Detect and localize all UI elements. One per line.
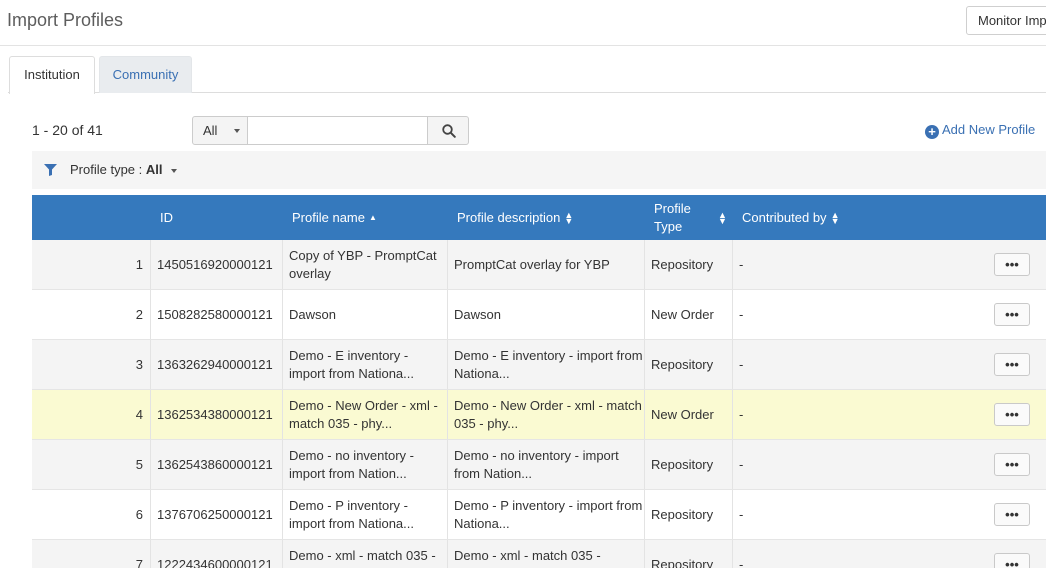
column-header-profile-name[interactable]: Profile name ▲ bbox=[292, 195, 377, 240]
profile-id: 1362543860000121 bbox=[150, 440, 273, 489]
row-actions-button[interactable]: ••• bbox=[994, 453, 1030, 476]
search-icon bbox=[442, 124, 456, 138]
profile-type: Repository bbox=[644, 240, 732, 289]
contributed-by: - bbox=[732, 240, 932, 289]
monitor-imports-button[interactable]: Monitor Imp bbox=[966, 6, 1046, 35]
row-actions-button[interactable]: ••• bbox=[994, 253, 1030, 276]
row-actions-button[interactable]: ••• bbox=[994, 503, 1030, 526]
results-count: 1 - 20 of 41 bbox=[32, 122, 103, 138]
profile-name[interactable]: Dawson bbox=[282, 290, 447, 339]
profile-type-filter-value: All bbox=[145, 162, 163, 177]
table-row[interactable]: 4 1362534380000121 Demo - New Order - xm… bbox=[32, 390, 1046, 440]
profile-name[interactable]: Demo - E inventory - import from Nationa… bbox=[282, 340, 447, 389]
row-actions-button[interactable]: ••• bbox=[994, 553, 1030, 568]
chevron-down-icon bbox=[234, 129, 240, 133]
table-row[interactable]: 6 1376706250000121 Demo - P inventory - … bbox=[32, 490, 1046, 540]
filter-icon bbox=[44, 164, 57, 176]
row-actions-button[interactable]: ••• bbox=[994, 403, 1030, 426]
sort-icon: ▲ ▼ bbox=[830, 209, 840, 226]
profile-type: New Order bbox=[644, 390, 732, 439]
profile-name[interactable]: Copy of YBP - PromptCat overlay bbox=[282, 240, 447, 289]
profile-description: Demo - E inventory - import from Nationa… bbox=[447, 340, 646, 389]
profile-description: Demo - no inventory - import from Nation… bbox=[447, 440, 646, 489]
contributed-by: - bbox=[732, 290, 932, 339]
plus-circle-icon: + bbox=[925, 125, 939, 139]
profile-id: 1508282580000121 bbox=[150, 290, 273, 339]
contributed-by: - bbox=[732, 540, 932, 568]
chevron-down-icon[interactable] bbox=[171, 169, 177, 173]
profile-id: 1362534380000121 bbox=[150, 390, 273, 439]
profile-type: Repository bbox=[644, 340, 732, 389]
profile-description: PromptCat overlay for YBP bbox=[447, 240, 646, 289]
table-header: ID Profile name ▲ Profile description ▲ ▼ P… bbox=[32, 195, 1046, 240]
profile-type-filter[interactable]: Profile type : All bbox=[70, 162, 163, 177]
column-header-id[interactable]: ID bbox=[160, 195, 173, 240]
profile-id: 1222434600000121 bbox=[150, 540, 273, 568]
profile-name[interactable]: Demo - New Order - xml - match 035 - phy… bbox=[282, 390, 447, 439]
profile-type: Repository bbox=[644, 440, 732, 489]
column-header-type-line2: Type bbox=[654, 218, 683, 234]
row-actions-button[interactable]: ••• bbox=[994, 303, 1030, 326]
table-row[interactable]: 3 1363262940000121 Demo - E inventory - … bbox=[32, 340, 1046, 390]
filter-bar: Profile type : All bbox=[32, 151, 1046, 189]
profiles-table: ID Profile name ▲ Profile description ▲ ▼ P… bbox=[32, 195, 1046, 568]
row-number: 2 bbox=[135, 306, 143, 322]
profile-type: Repository bbox=[644, 490, 732, 539]
column-header-profile-type[interactable]: Profile Type ▲ ▼ bbox=[654, 195, 727, 240]
contributed-by: - bbox=[732, 340, 932, 389]
table-row[interactable]: 5 1362543860000121 Demo - no inventory -… bbox=[32, 440, 1046, 490]
profile-description: Demo - xml - match 035 - physical invent… bbox=[447, 540, 646, 568]
column-header-type-line1: Profile bbox=[654, 200, 691, 216]
column-header-contributed-by[interactable]: Contributed by ▲ ▼ bbox=[742, 195, 839, 240]
row-number: 3 bbox=[135, 356, 143, 372]
search-input[interactable] bbox=[247, 116, 428, 145]
profile-type: Repository bbox=[644, 540, 732, 568]
search-scope-select[interactable]: All bbox=[192, 116, 248, 145]
column-header-profile-description[interactable]: Profile description ▲ ▼ bbox=[457, 195, 573, 240]
page-header: Import Profiles Monitor Imp bbox=[0, 0, 1046, 46]
profile-name[interactable]: Demo - no inventory - import from Nation… bbox=[282, 440, 447, 489]
row-number: 7 bbox=[135, 556, 143, 568]
contributed-by: - bbox=[732, 390, 932, 439]
tab-institution[interactable]: Institution bbox=[9, 56, 95, 94]
contributed-by: - bbox=[732, 490, 932, 539]
table-row[interactable]: 7 1222434600000121 Demo - xml - match 03… bbox=[32, 540, 1046, 568]
search-button[interactable] bbox=[427, 116, 469, 145]
profile-id: 1363262940000121 bbox=[150, 340, 273, 389]
profile-type-filter-label: Profile type : bbox=[70, 162, 146, 177]
profile-description: Demo - New Order - xml - match 035 - phy… bbox=[447, 390, 646, 439]
profile-name[interactable]: Demo - P inventory - import from Nationa… bbox=[282, 490, 447, 539]
contributed-by: - bbox=[732, 440, 932, 489]
sort-ascending-icon: ▲ bbox=[368, 213, 377, 222]
profile-id: 1450516920000121 bbox=[150, 240, 273, 289]
profile-id: 1376706250000121 bbox=[150, 490, 273, 539]
profile-description: Dawson bbox=[447, 290, 646, 339]
page-title: Import Profiles bbox=[7, 10, 124, 30]
search-scope-value: All bbox=[203, 123, 218, 138]
row-number: 6 bbox=[135, 506, 143, 522]
add-new-profile-label: Add New Profile bbox=[942, 122, 1036, 137]
profile-type: New Order bbox=[644, 290, 732, 339]
add-new-profile-link[interactable]: + Add New Profile bbox=[925, 122, 1035, 139]
table-row[interactable]: 2 1508282580000121 Dawson Dawson New Ord… bbox=[32, 290, 1046, 340]
row-number: 1 bbox=[135, 256, 143, 272]
row-actions-button[interactable]: ••• bbox=[994, 353, 1030, 376]
profile-name[interactable]: Demo - xml - match 035 - physical invent… bbox=[282, 540, 447, 568]
sort-icon: ▲ ▼ bbox=[718, 209, 727, 226]
sort-icon: ▲ ▼ bbox=[564, 209, 574, 226]
tab-community[interactable]: Community bbox=[99, 56, 192, 93]
row-number: 4 bbox=[135, 406, 143, 422]
table-row[interactable]: 1 1450516920000121 Copy of YBP - PromptC… bbox=[32, 240, 1046, 290]
row-number: 5 bbox=[135, 456, 143, 472]
profile-description: Demo - P inventory - import from Nationa… bbox=[447, 490, 646, 539]
